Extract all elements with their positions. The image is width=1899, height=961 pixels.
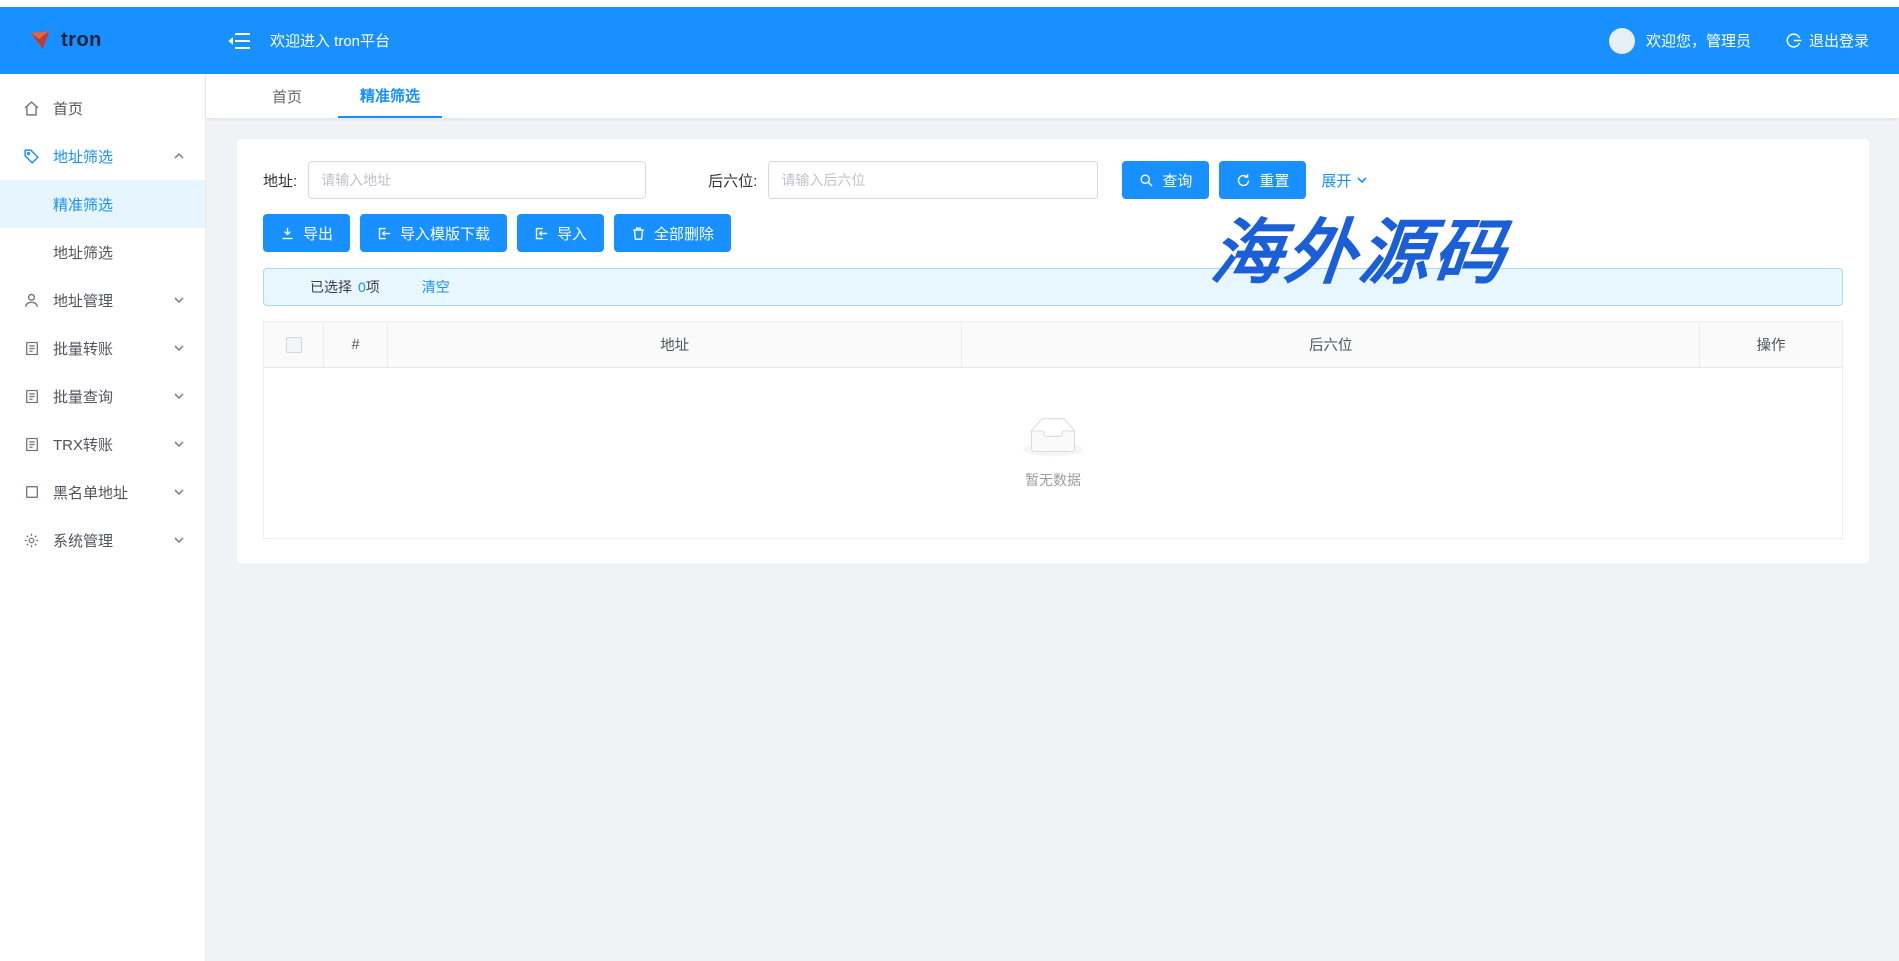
tab-home[interactable]: 首页	[250, 74, 324, 118]
refresh-icon	[1236, 173, 1251, 188]
sidebar: 首页 地址筛选 精准筛选 地址筛选 地址管理	[0, 74, 206, 961]
tron-logo-icon	[30, 31, 52, 51]
document-icon	[23, 340, 40, 357]
square-icon	[23, 484, 40, 500]
sidebar-item-address-filter[interactable]: 地址筛选	[0, 132, 205, 180]
table-body: 暂无数据	[264, 368, 1842, 538]
sidebar-subitem-address-filter[interactable]: 地址筛选	[0, 228, 205, 276]
page-top-gap	[0, 0, 1899, 7]
logout-button[interactable]: 退出登录	[1785, 30, 1869, 51]
logo: tron	[0, 7, 206, 74]
clear-selection-link[interactable]: 清空	[422, 277, 450, 297]
filter-card: 地址: 后六位: 查询	[237, 139, 1869, 563]
sidebar-item-label: TRX转账	[53, 434, 113, 455]
document-icon	[23, 388, 40, 405]
expand-link[interactable]: 展开	[1321, 170, 1368, 191]
data-table: # 地址 后六位 操作 暂无数据	[263, 321, 1843, 539]
home-icon	[23, 100, 40, 117]
search-button[interactable]: 查询	[1122, 161, 1209, 199]
sidebar-subitem-label: 地址筛选	[53, 242, 113, 263]
tab-precise-filter[interactable]: 精准筛选	[338, 74, 442, 118]
trash-icon	[631, 226, 646, 241]
import-button[interactable]: 导入	[517, 214, 604, 252]
chevron-down-icon	[173, 294, 185, 306]
sidebar-item-label: 地址管理	[53, 290, 113, 311]
empty-text: 暂无数据	[1025, 470, 1081, 490]
selected-prefix: 已选择	[310, 277, 352, 297]
document-icon	[23, 436, 40, 453]
selected-unit: 项	[366, 277, 380, 297]
sidebar-item-batch-query[interactable]: 批量查询	[0, 372, 205, 420]
sidebar-item-label: 黑名单地址	[53, 482, 128, 503]
header-right: 欢迎您，管理员 退出登录	[1609, 28, 1899, 54]
chevron-down-icon	[173, 390, 185, 402]
selected-count: 0	[358, 279, 366, 295]
user-icon	[23, 292, 40, 309]
download-icon	[280, 226, 295, 241]
chevron-down-icon	[173, 534, 185, 546]
sidebar-item-trx-transfer[interactable]: TRX转账	[0, 420, 205, 468]
sidebar-item-batch-transfer[interactable]: 批量转账	[0, 324, 205, 372]
chevron-down-icon	[173, 438, 185, 450]
gear-icon	[23, 532, 40, 549]
sidebar-item-label: 批量查询	[53, 386, 113, 407]
sidebar-item-home[interactable]: 首页	[0, 84, 205, 132]
column-index: #	[324, 322, 388, 367]
sidebar-item-label: 系统管理	[53, 530, 113, 551]
tag-icon	[23, 148, 40, 165]
chevron-down-icon	[1356, 174, 1368, 186]
reset-button[interactable]: 重置	[1219, 161, 1306, 199]
import-icon	[534, 226, 549, 241]
app-shell: tron 欢迎进入 tron平台 欢迎您，管理员 退出登录	[0, 7, 1899, 961]
sidebar-item-label: 地址筛选	[53, 146, 113, 167]
empty-state: 暂无数据	[1023, 417, 1083, 490]
collapse-menu-icon[interactable]	[228, 32, 250, 50]
column-address: 地址	[388, 322, 962, 367]
chevron-down-icon	[173, 486, 185, 498]
address-input[interactable]	[308, 161, 646, 199]
selection-alert: 已选择 0 项 清空	[263, 268, 1843, 306]
welcome-text: 欢迎进入 tron平台	[270, 30, 390, 51]
logo-text: tron	[61, 29, 102, 52]
chevron-up-icon	[173, 150, 185, 162]
filter-form: 地址: 后六位: 查询	[263, 161, 1843, 199]
table-header: # 地址 后六位 操作	[264, 322, 1842, 368]
export-button[interactable]: 导出	[263, 214, 350, 252]
import-icon	[377, 226, 392, 241]
sidebar-item-address-manage[interactable]: 地址管理	[0, 276, 205, 324]
logout-icon	[1785, 32, 1802, 49]
toolbar: 导出 导入模版下载 导入	[263, 214, 1843, 252]
select-all-cell	[264, 322, 324, 367]
delete-all-button[interactable]: 全部删除	[614, 214, 731, 252]
content: 地址: 后六位: 查询	[206, 118, 1899, 563]
user-info[interactable]: 欢迎您，管理员	[1609, 28, 1751, 54]
search-icon	[1139, 173, 1154, 188]
suffix-input[interactable]	[768, 161, 1098, 199]
main-area: 首页 精准筛选 地址: 后六位: 查询	[206, 74, 1899, 961]
sidebar-item-label: 批量转账	[53, 338, 113, 359]
logout-label: 退出登录	[1809, 30, 1869, 51]
sidebar-item-blacklist[interactable]: 黑名单地址	[0, 468, 205, 516]
sidebar-item-label: 首页	[53, 98, 83, 119]
tab-bar: 首页 精准筛选	[206, 74, 1899, 118]
sidebar-subitem-precise-filter[interactable]: 精准筛选	[0, 180, 205, 228]
chevron-down-icon	[173, 342, 185, 354]
template-download-button[interactable]: 导入模版下载	[360, 214, 507, 252]
suffix-label: 后六位:	[708, 170, 757, 191]
top-header: tron 欢迎进入 tron平台 欢迎您，管理员 退出登录	[0, 7, 1899, 74]
empty-inbox-icon	[1023, 417, 1083, 462]
column-actions: 操作	[1700, 322, 1842, 367]
sidebar-subitem-label: 精准筛选	[53, 194, 113, 215]
user-greeting: 欢迎您，管理员	[1646, 30, 1751, 51]
avatar[interactable]	[1609, 28, 1635, 54]
select-all-checkbox[interactable]	[286, 337, 302, 353]
address-label: 地址:	[263, 170, 297, 191]
sidebar-item-system-manage[interactable]: 系统管理	[0, 516, 205, 564]
column-suffix: 后六位	[962, 322, 1700, 367]
